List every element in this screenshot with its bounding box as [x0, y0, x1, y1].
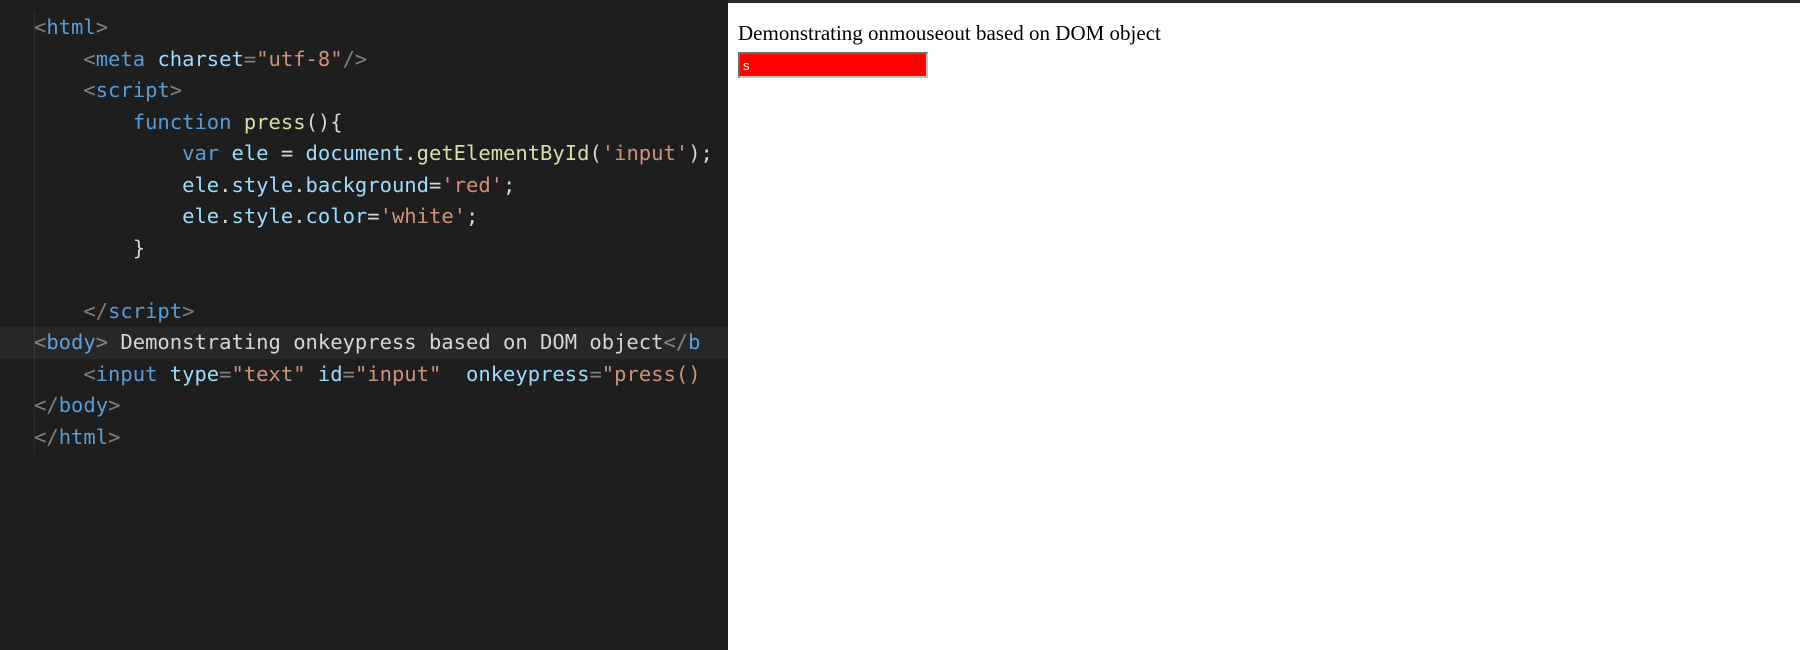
preview-body-text: Demonstrating onmouseout based on DOM ob…	[738, 21, 1800, 46]
source-code[interactable]: <html> <meta charset="utf-8"/> <script> …	[0, 0, 728, 453]
preview-text-input[interactable]	[738, 52, 928, 78]
browser-preview-pane: Demonstrating onmouseout based on DOM ob…	[728, 0, 1800, 650]
code-editor-pane[interactable]: <html> <meta charset="utf-8"/> <script> …	[0, 0, 728, 650]
